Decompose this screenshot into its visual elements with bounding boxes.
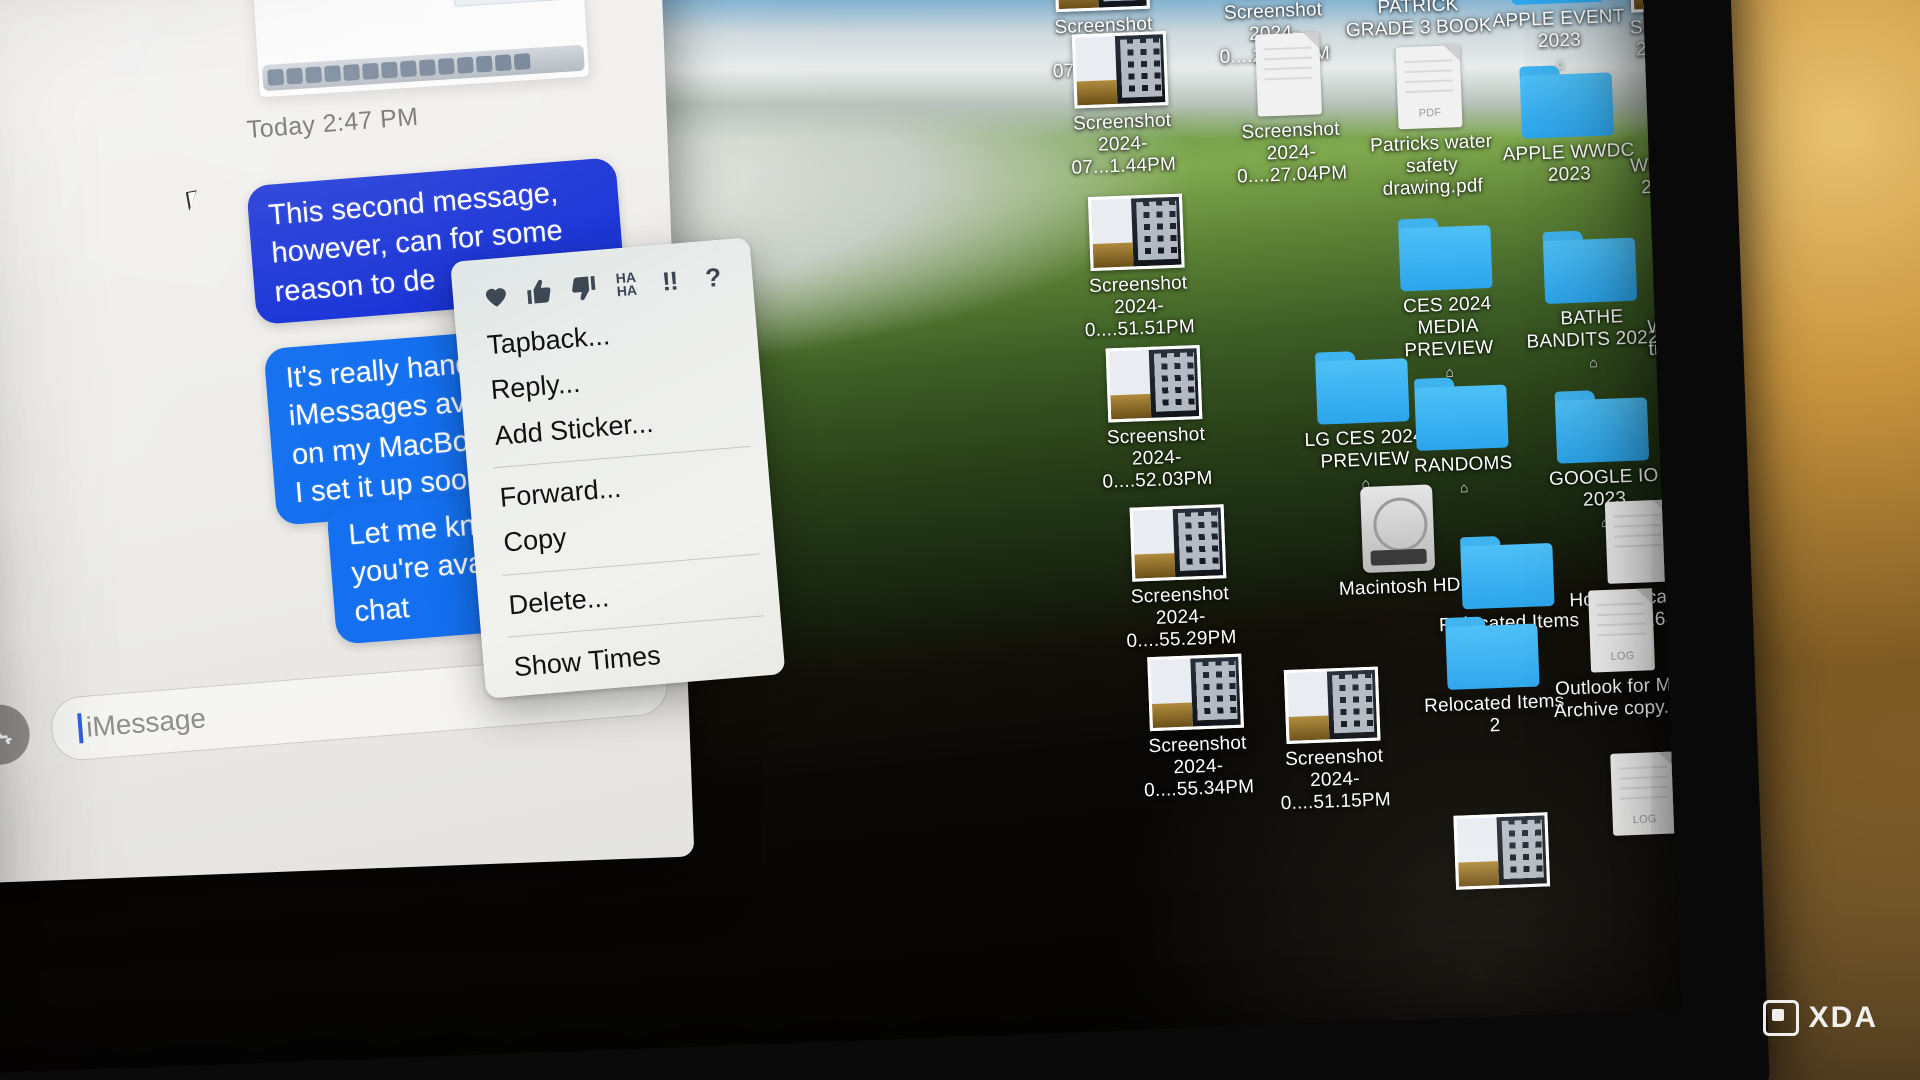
desktop-icon-label: RANDOMS [1413, 452, 1513, 478]
doc-icon: LOG [1545, 577, 1681, 675]
folder-icon [1490, 42, 1643, 140]
desktop-icon[interactable]: Screenshot 2024-07...1.44PM [1043, 12, 1199, 180]
xda-logo-icon [1762, 1000, 1799, 1036]
desktop-icon[interactable] [1425, 793, 1579, 896]
desktop-icon-label: Relocated Items 2 [1423, 690, 1565, 737]
desktop-icon-label: Screenshot 2024-0....55.34PM [1143, 732, 1255, 802]
thumb-icon [1025, 0, 1178, 13]
desktop-icon-label: APPLE WWDC 2023 [1502, 139, 1635, 186]
desktop-icon[interactable]: Screenshot 2024-0....55.29PM [1101, 485, 1257, 653]
menu-item-delete[interactable]: Delete... [477, 561, 780, 631]
desktop-icon[interactable]: Screenshot 2024-0....51.15PM [1255, 648, 1411, 816]
conversation-daystamp: Today 2:47 PM [245, 102, 420, 145]
doc-icon: LOG [1567, 740, 1681, 838]
desktop-icon[interactable]: PDF Patricks water safety drawing.pdf [1352, 33, 1508, 201]
attachment-preview[interactable] [242, 0, 591, 99]
desktop-icon-label: Screenshot 2024-0....51.15PM [1280, 745, 1392, 814]
desktop-icon-label: Patricks water safety drawing.pdf [1369, 130, 1493, 200]
thumb-icon [1077, 326, 1230, 424]
doc-icon: PDF [1352, 33, 1505, 131]
screen-surface: Screenshot 2024-07...1.36PMScreenshot 20… [0, 0, 1681, 1074]
thumb-icon [1059, 175, 1212, 273]
thumb-icon [1425, 793, 1578, 891]
desktop-icon-label: Screenshot 2024-0....52.03PM [1102, 423, 1214, 493]
attachment-dock [261, 44, 585, 92]
folder-icon [1525, 367, 1678, 465]
thumbs-up-tapback[interactable] [521, 273, 558, 310]
xda-watermark-text: XDA [1808, 1001, 1878, 1034]
desktop-icon-label: Screenshot 2024-0....27.04PM [1236, 118, 1348, 188]
message-context-menu: HA HA !! ? Tapback... Reply... Add Sticke… [450, 237, 786, 699]
mouse-cursor [185, 189, 206, 211]
thumb-icon [1119, 635, 1272, 733]
question-tapback[interactable]: ? [695, 259, 732, 296]
haha-tapback[interactable]: HA HA [608, 266, 645, 303]
desktop-icon[interactable]: LOG Outlook for Mac Archive copy.log [1545, 577, 1681, 723]
desktop-icon-label: Screenshot 2024-07...1.44PM [1071, 109, 1177, 179]
doc-icon [1212, 21, 1365, 119]
thumbs-down-tapback[interactable] [565, 270, 602, 307]
text-cursor [77, 713, 84, 744]
exclamation-tapback[interactable]: !! [651, 263, 688, 300]
xda-watermark: XDA [1762, 1000, 1878, 1036]
desktop-icon[interactable]: Screenshot 2024-0....51.51PM [1059, 175, 1215, 343]
folder-icon [1368, 195, 1521, 293]
thumb-icon [1043, 12, 1196, 110]
app-store-icon[interactable] [0, 702, 32, 767]
desktop-icon[interactable]: APPLE WWDC 2023 [1490, 42, 1645, 188]
photo-scene: Screenshot 2024-07...1.36PMScreenshot 20… [0, 0, 1920, 1080]
alias-badge-icon: ⌂ [1588, 353, 1599, 371]
desktop-icon-label: Outlook for Mac Archive copy.log [1553, 673, 1681, 722]
desktop-icon[interactable]: LOG [1567, 740, 1681, 843]
desktop-icon[interactable]: Screenshot 2024-0....55.34PM [1119, 635, 1275, 803]
thumb-icon [1255, 648, 1408, 746]
thumb-icon [1101, 485, 1254, 583]
desktop-icon[interactable]: Screenshot 2024-0....27.04PM [1212, 21, 1368, 189]
folder-icon [1384, 354, 1537, 452]
imessage-placeholder: iMessage [85, 702, 207, 743]
heart-tapback[interactable] [478, 277, 515, 314]
desktop-icon[interactable]: Screenshot 2024-0....52.03PM [1077, 326, 1233, 494]
